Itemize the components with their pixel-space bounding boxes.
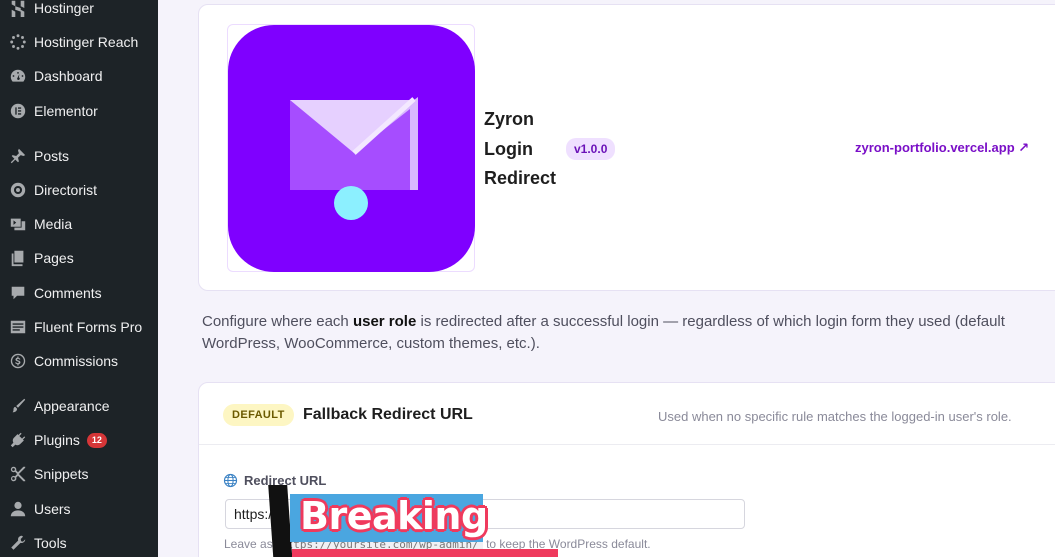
globe-icon (223, 473, 238, 488)
sidebar-item-label: Hostinger Reach (34, 34, 139, 50)
description-emphasis: user role (352, 313, 417, 330)
sidebar-item-label: Users (34, 501, 71, 517)
scissors-icon (8, 464, 28, 484)
comment-icon (8, 283, 28, 303)
sidebar-item-label: Snippets (34, 466, 89, 482)
fallback-hint: Used when no specific rule matches the l… (658, 409, 1012, 424)
dashboard-gauge-icon (8, 66, 28, 86)
directorist-icon (8, 180, 28, 200)
sidebar-item-label: Hostinger (34, 0, 94, 16)
user-icon (8, 499, 28, 519)
sidebar-item-snippets[interactable]: Snippets (0, 459, 158, 489)
breaking-text: Breaking (300, 494, 488, 538)
dollar-icon (8, 351, 28, 371)
breaking-overlay: Breaking (268, 485, 561, 557)
sidebar-item-posts[interactable]: Posts (0, 141, 158, 171)
media-icon (8, 214, 28, 234)
sidebar-item-label: Tools (34, 535, 67, 551)
sidebar-item-tools[interactable]: Tools (0, 528, 158, 557)
sidebar-item-label: Media (34, 216, 73, 232)
plugin-info-card: Zyron Login Redirect v1.0.0 zyron-portfo… (198, 4, 1055, 291)
sidebar-item-comments[interactable]: Comments (0, 278, 158, 308)
loader-icon (8, 32, 28, 52)
plugins-update-count-badge: 12 (86, 432, 107, 448)
sidebar-item-label: Elementor (34, 103, 98, 119)
sidebar-item-pages[interactable]: Pages (0, 243, 158, 273)
sidebar-item-users[interactable]: Users (0, 494, 158, 524)
sidebar-item-label: Comments (34, 285, 102, 301)
sidebar-item-plugins[interactable]: Plugins 12 (0, 425, 158, 455)
overlay-red-bar (292, 549, 558, 557)
sidebar-item-label: Fluent Forms Pro (34, 319, 143, 335)
plugin-icon (8, 430, 28, 450)
brush-icon (8, 396, 28, 416)
version-badge: v1.0.0 (566, 138, 616, 160)
fallback-card-header: DEFAULT Fallback Redirect URL Used when … (199, 383, 1055, 445)
sidebar-item-label: Commissions (34, 353, 119, 369)
admin-sidebar: Hostinger Hostinger Reach Dashboard Elem… (0, 0, 158, 557)
pages-icon (8, 248, 28, 268)
sidebar-item-media[interactable]: Media (0, 209, 158, 239)
default-badge: DEFAULT (223, 404, 294, 426)
fallback-title: Fallback Redirect URL (303, 406, 473, 423)
sidebar-item-dashboard[interactable]: Dashboard (0, 61, 158, 91)
sidebar-item-label: Appearance (34, 398, 110, 414)
elementor-icon (8, 101, 28, 121)
sidebar-item-label: Plugins (34, 432, 80, 448)
sidebar-item-label: Pages (34, 250, 74, 266)
sidebar-item-label: Directorist (34, 182, 98, 198)
plugin-name: Zyron Login Redirect (484, 109, 557, 188)
sidebar-item-hostinger[interactable]: Hostinger (0, 0, 158, 23)
wrench-icon (8, 533, 28, 553)
sidebar-item-elementor[interactable]: Elementor (0, 96, 158, 126)
pin-icon (8, 146, 28, 166)
sidebar-item-label: Posts (34, 148, 70, 164)
forms-icon (8, 317, 28, 337)
envelope-pin-icon (228, 25, 475, 272)
sidebar-item-hostinger-reach[interactable]: Hostinger Reach (0, 27, 158, 57)
sidebar-item-directorist[interactable]: Directorist (0, 175, 158, 205)
sidebar-item-appearance[interactable]: Appearance (0, 391, 158, 421)
plugin-logo (227, 24, 475, 272)
sidebar-item-fluent-forms-pro[interactable]: Fluent Forms Pro (0, 312, 158, 342)
sidebar-item-commissions[interactable]: Commissions (0, 346, 158, 376)
hostinger-icon (8, 0, 28, 18)
sidebar-item-label: Dashboard (34, 68, 103, 84)
plugin-website-link[interactable]: zyron-portfolio.vercel.app ↗ (855, 140, 1029, 156)
page-description: Configure where each user role is redire… (202, 313, 1005, 352)
